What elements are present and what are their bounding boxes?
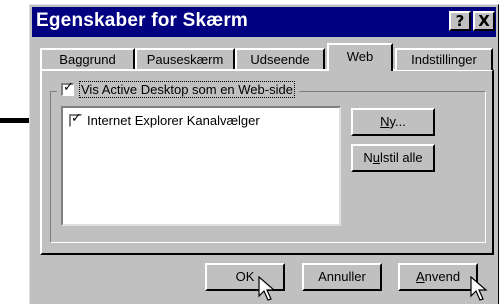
active-desktop-checkbox[interactable]: Vis Active Desktop som en Web-side xyxy=(57,80,299,98)
tab-label: Pauseskærm xyxy=(146,52,224,67)
reset-button-label: lstil alle xyxy=(380,150,423,165)
tab-udseende[interactable]: Udseende xyxy=(235,48,325,70)
tab-baggrund[interactable]: Baggrund xyxy=(40,48,135,70)
tab-label: Indstillinger xyxy=(411,52,477,67)
help-button[interactable]: ? xyxy=(449,11,471,31)
checkbox-checked-icon[interactable] xyxy=(69,111,82,127)
apply-button-mnemonic: A xyxy=(415,269,425,284)
ok-button-label: OK xyxy=(235,269,255,284)
tab-label: Web xyxy=(346,49,374,64)
new-button[interactable]: Ny... xyxy=(351,108,435,136)
active-desktop-label: Vis Active Desktop som en Web-side xyxy=(79,81,295,98)
tab-indstillinger[interactable]: Indstillinger xyxy=(395,48,493,70)
cancel-button[interactable]: Annuller xyxy=(302,263,382,291)
tab-label: Udseende xyxy=(250,52,310,67)
title-bar[interactable]: Egenskaber for Skærm ? X xyxy=(32,7,496,37)
reset-button-mnemonic: u xyxy=(372,150,380,165)
window-title: Egenskaber for Skærm xyxy=(36,10,249,31)
channel-list[interactable]: Internet Explorer Kanalvælger xyxy=(61,106,341,226)
cancel-button-label: Annuller xyxy=(318,269,366,284)
display-properties-dialog: Egenskaber for Skærm ? X Baggrund Pauses… xyxy=(29,4,499,304)
tab-web[interactable]: Web xyxy=(327,43,393,71)
new-button-label: y... xyxy=(389,114,406,129)
active-desktop-group: Vis Active Desktop som en Web-side Inter… xyxy=(50,80,486,243)
close-button[interactable]: X xyxy=(473,11,495,31)
tab-pauseskaerm[interactable]: Pauseskærm xyxy=(135,48,235,70)
tab-label: Baggrund xyxy=(59,52,116,67)
list-item[interactable]: Internet Explorer Kanalvælger xyxy=(69,111,260,128)
apply-button-label: nvend xyxy=(424,269,461,284)
web-tab-panel: Vis Active Desktop som en Web-side Inter… xyxy=(40,69,494,255)
reset-button-label-start: N xyxy=(363,150,373,165)
apply-button[interactable]: Anvend xyxy=(398,263,478,291)
list-item-label: Internet Explorer Kanalvælger xyxy=(87,113,260,128)
reset-all-button[interactable]: Nulstil alle xyxy=(351,144,435,172)
mouse-cursor-icon xyxy=(470,276,488,301)
checkbox-checked-icon[interactable] xyxy=(61,80,74,96)
new-button-mnemonic: N xyxy=(380,114,390,129)
mouse-cursor-icon xyxy=(258,276,276,301)
